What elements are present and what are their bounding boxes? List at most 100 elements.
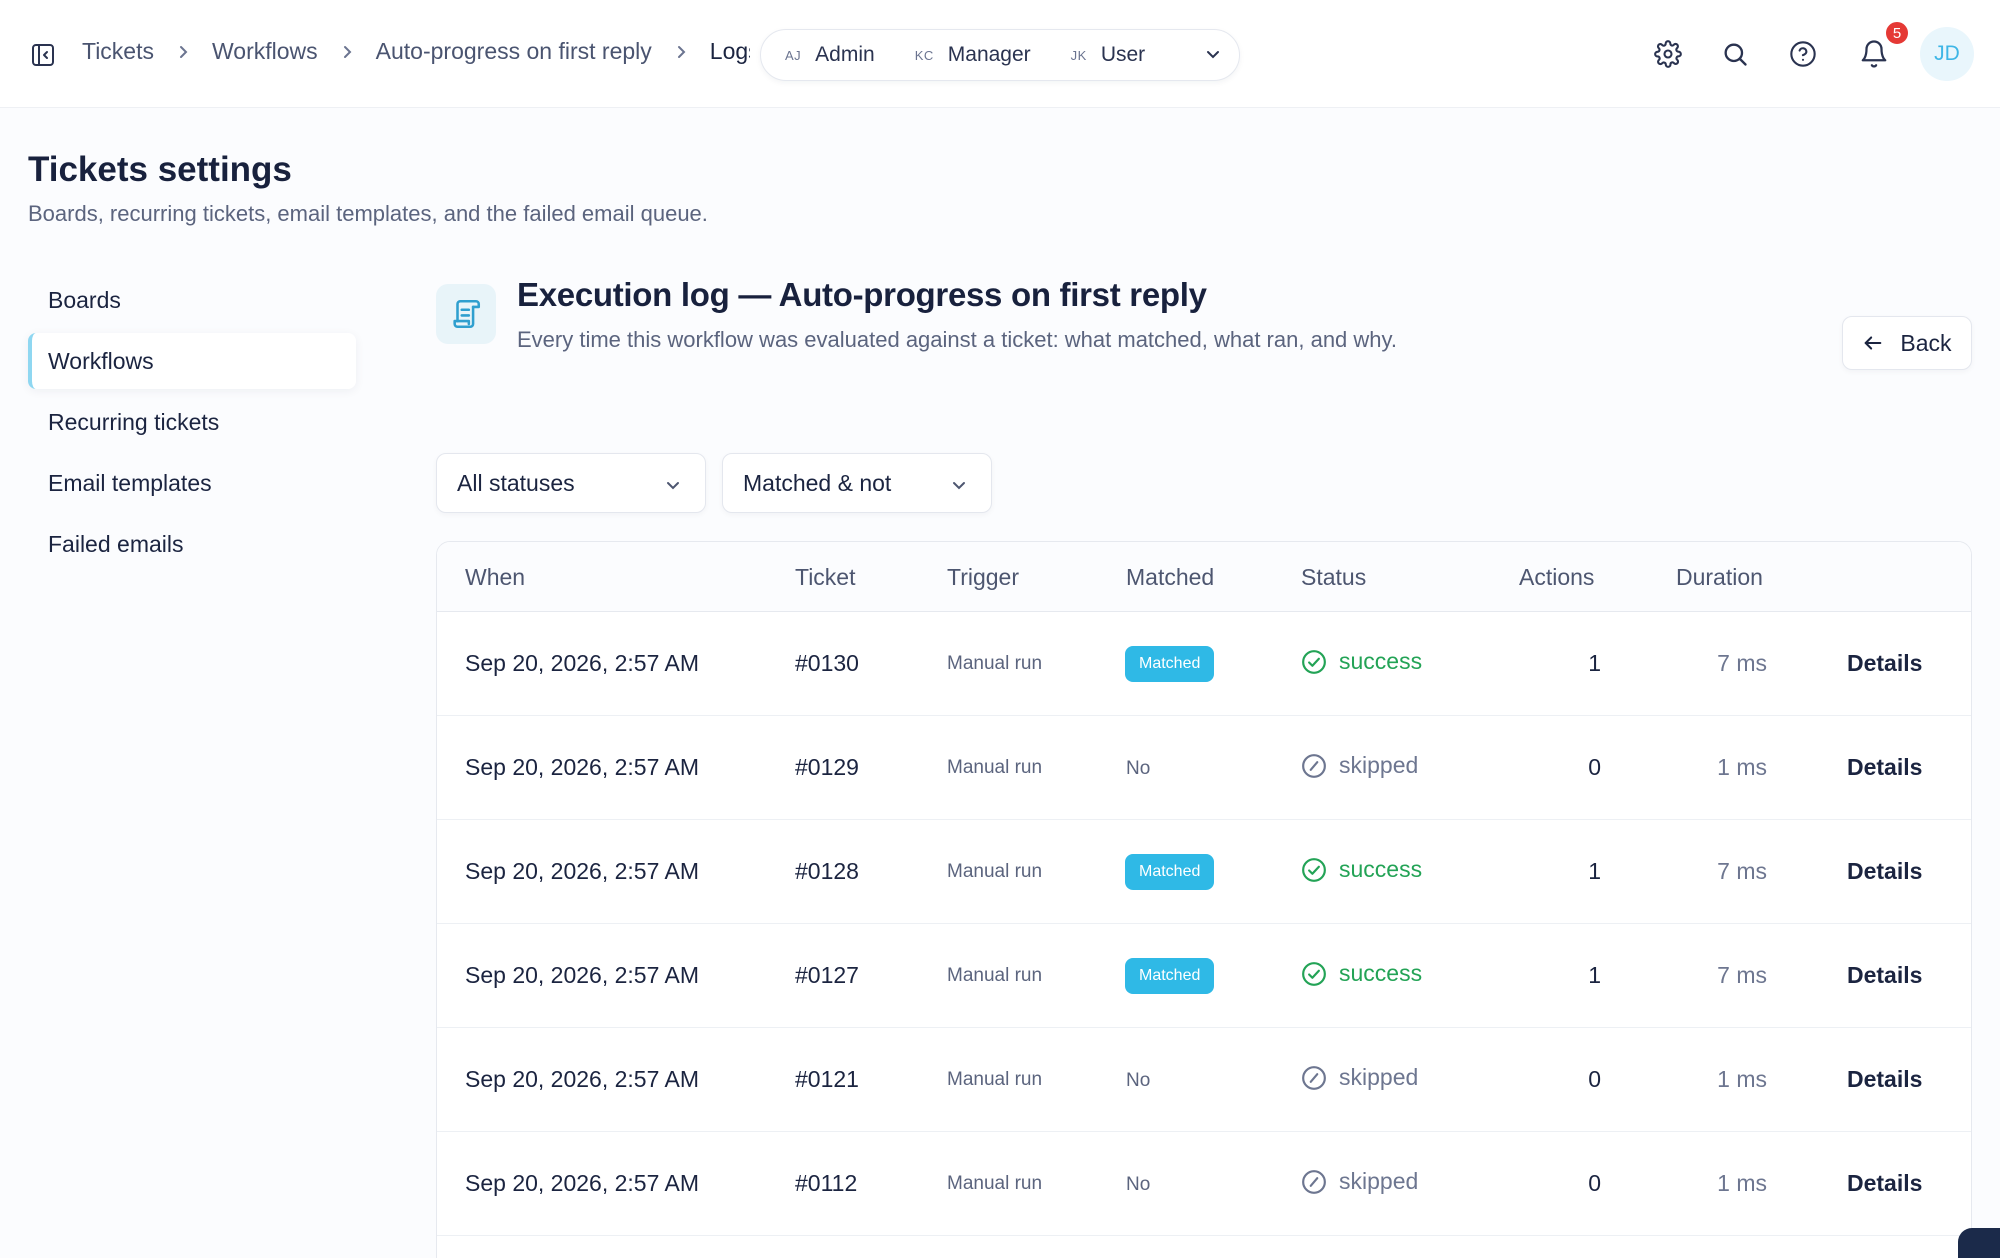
table-header: When Ticket Trigger Matched Status Actio…	[437, 542, 1971, 612]
nav-item-boards[interactable]: Boards	[28, 272, 356, 328]
breadcrumb-workflow[interactable]: Auto-progress on first reply	[376, 38, 652, 65]
role-user[interactable]: JK User	[1071, 43, 1146, 67]
role-initials: KC	[914, 47, 934, 63]
notification-badge: 5	[1884, 20, 1910, 46]
slash-circle-icon	[1302, 1169, 1326, 1194]
back-button-label: Back	[1900, 329, 1952, 356]
cell-trigger: Manual run	[947, 653, 1043, 674]
status-label: success	[1339, 960, 1423, 986]
status-indicator: skipped	[1301, 752, 1418, 779]
sidebar-toggle-icon[interactable]	[30, 42, 56, 68]
search-icon[interactable]	[1719, 38, 1751, 70]
bell-icon[interactable]	[1858, 38, 1890, 70]
cell-duration: 1 ms	[1717, 754, 1767, 780]
back-button[interactable]: Back	[1842, 316, 1972, 370]
status-label: success	[1339, 648, 1423, 674]
cell-ticket[interactable]: #0130	[795, 650, 859, 677]
role-admin[interactable]: AJ Admin	[785, 43, 875, 67]
breadcrumb-workflows[interactable]: Workflows	[212, 38, 318, 65]
details-link[interactable]: Details	[1847, 1170, 1922, 1197]
matched-value: No	[1126, 1174, 1151, 1195]
details-link[interactable]: Details	[1847, 754, 1922, 781]
nav-item-email-templates[interactable]: Email templates	[28, 455, 356, 511]
nav-item-recurring-tickets[interactable]: Recurring tickets	[28, 394, 356, 450]
column-header-duration[interactable]: Duration	[1676, 564, 1763, 591]
details-link[interactable]: Details	[1847, 858, 1922, 885]
cell-ticket[interactable]: #0112	[795, 1170, 857, 1197]
top-bar: Tickets Workflows Auto-progress on first…	[0, 0, 2000, 108]
role-name: Manager	[947, 43, 1031, 66]
page-subtitle: Boards, recurring tickets, email templat…	[28, 201, 708, 226]
cell-trigger: Manual run	[947, 965, 1043, 986]
column-header-actions[interactable]: Actions	[1519, 564, 1594, 591]
cell-when: Sep 20, 2026, 2:57 AM	[465, 962, 700, 988]
chevron-down-icon[interactable]	[1203, 44, 1223, 69]
cell-duration: 7 ms	[1717, 962, 1767, 988]
matched-filter-select[interactable]: Matched & not	[722, 453, 992, 513]
status-filter-select[interactable]: All statuses	[436, 453, 706, 513]
details-link[interactable]: Details	[1847, 962, 1922, 989]
cell-when: Sep 20, 2026, 2:57 AM	[465, 650, 700, 676]
cell-actions: 0	[1588, 754, 1601, 780]
status-indicator: success	[1301, 960, 1422, 987]
chat-widget-button[interactable]	[1958, 1228, 2000, 1258]
matched-value: No	[1126, 1070, 1151, 1091]
cell-actions: 0	[1588, 1170, 1601, 1196]
gear-icon[interactable]	[1652, 38, 1684, 70]
cell-duration: 7 ms	[1717, 650, 1767, 676]
help-icon[interactable]	[1787, 38, 1819, 70]
cell-trigger: Manual run	[947, 861, 1043, 882]
details-link[interactable]: Details	[1847, 650, 1922, 677]
cell-duration: 1 ms	[1717, 1066, 1767, 1092]
column-header-trigger[interactable]: Trigger	[947, 564, 1019, 591]
nav-item-workflows[interactable]: Workflows	[28, 333, 356, 389]
cell-duration: 7 ms	[1717, 858, 1767, 884]
page-title: Tickets settings	[28, 150, 292, 189]
role-switcher[interactable]: AJ Admin KC Manager JK User	[760, 29, 1240, 81]
status-label: success	[1339, 856, 1423, 882]
cell-ticket[interactable]: #0128	[795, 858, 859, 885]
chevron-right-icon	[652, 45, 710, 59]
status-label: skipped	[1339, 1168, 1419, 1194]
role-initials: AJ	[785, 47, 802, 63]
cell-actions: 0	[1588, 1066, 1601, 1092]
breadcrumb-tickets[interactable]: Tickets	[82, 38, 154, 65]
cell-actions: 1	[1588, 650, 1601, 676]
column-header-status[interactable]: Status	[1301, 564, 1366, 591]
table-row: Sep 20, 2026, 2:57 AM #0121 Manual run N…	[437, 1028, 1971, 1132]
role-name: Admin	[815, 43, 875, 66]
scroll-icon	[436, 284, 496, 344]
cell-actions: 1	[1588, 858, 1601, 884]
column-header-when[interactable]: When	[465, 564, 525, 591]
cell-ticket[interactable]: #0121	[795, 1066, 859, 1093]
settings-nav: Boards Workflows Recurring tickets Email…	[28, 272, 356, 577]
slash-circle-icon	[1302, 1065, 1326, 1090]
status-label: skipped	[1339, 1064, 1419, 1090]
role-manager[interactable]: KC Manager	[915, 43, 1031, 67]
details-link[interactable]: Details	[1847, 1066, 1922, 1093]
chevron-right-icon	[318, 45, 376, 59]
arrow-left-icon	[1865, 336, 1882, 350]
column-header-ticket[interactable]: Ticket	[795, 564, 856, 591]
table-row: Sep 20, 2026, 2:57 AM #0129 Manual run N…	[437, 716, 1971, 820]
avatar[interactable]: JD	[1920, 27, 1974, 81]
check-circle-icon	[1302, 649, 1326, 674]
cell-when: Sep 20, 2026, 2:57 AM	[465, 754, 700, 780]
cell-when: Sep 20, 2026, 2:57 AM	[465, 1170, 700, 1196]
column-header-matched[interactable]: Matched	[1126, 564, 1214, 591]
log-subtitle: Every time this workflow was evaluated a…	[517, 327, 1397, 352]
status-indicator: skipped	[1301, 1064, 1418, 1091]
chevron-down-icon	[949, 474, 969, 501]
cell-ticket[interactable]: #0127	[795, 962, 859, 989]
matched-badge: Matched	[1125, 646, 1215, 682]
cell-trigger: Manual run	[947, 1069, 1043, 1090]
cell-actions: 1	[1588, 962, 1601, 988]
cell-ticket[interactable]: #0129	[795, 754, 859, 781]
cell-when: Sep 20, 2026, 2:57 AM	[465, 1066, 700, 1092]
nav-item-failed-emails[interactable]: Failed emails	[28, 516, 356, 572]
cell-trigger: Manual run	[947, 1173, 1043, 1194]
execution-log-table: When Ticket Trigger Matched Status Actio…	[436, 541, 1972, 1258]
check-circle-icon	[1302, 857, 1326, 882]
table-row: Sep 20, 2026, 2:57 AM #0130 Manual run M…	[437, 612, 1971, 716]
status-indicator: success	[1301, 648, 1422, 675]
